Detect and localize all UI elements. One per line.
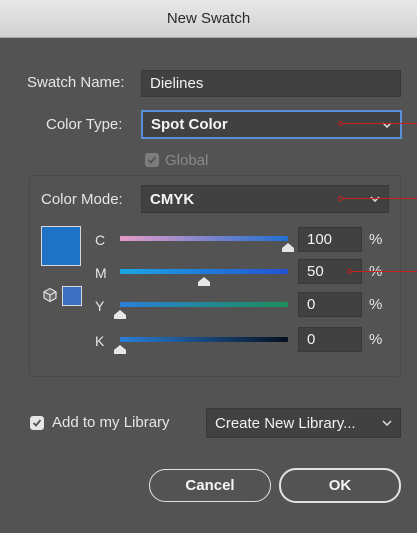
web-safe-swatch[interactable] <box>62 286 82 306</box>
color-type-value: Spot Color <box>151 116 228 133</box>
yellow-value-input[interactable]: 0 <box>298 292 362 317</box>
cyan-percent-unit: % <box>369 231 383 248</box>
add-to-library-label: Add to my Library <box>52 414 170 431</box>
chevron-down-icon <box>382 420 392 426</box>
add-to-library-checkbox[interactable] <box>30 416 44 430</box>
cyan-slider-thumb[interactable] <box>282 243 294 252</box>
callout-line <box>343 198 417 199</box>
cyan-value-input[interactable]: 100 <box>298 227 362 252</box>
channel-label-c: C <box>95 232 106 248</box>
magenta-slider-track[interactable] <box>120 269 288 274</box>
black-slider-track[interactable] <box>120 337 288 342</box>
swatch-name-label: Swatch Name: <box>27 74 125 91</box>
yellow-slider-track[interactable] <box>120 302 288 307</box>
yellow-slider-thumb[interactable] <box>114 310 126 319</box>
out-of-web-gamut-cube-icon[interactable] <box>42 287 58 303</box>
yellow-percent-unit: % <box>369 296 383 313</box>
color-mode-value: CMYK <box>150 190 195 208</box>
title-bar: New Swatch <box>0 0 417 38</box>
color-mode-select[interactable]: CMYK <box>141 185 389 213</box>
window-title: New Swatch <box>166 10 251 27</box>
channel-label-k: K <box>95 333 105 349</box>
channel-label-y: Y <box>95 298 105 314</box>
checkmark-icon <box>147 156 157 164</box>
global-label: Global <box>165 152 209 169</box>
swatch-name-input[interactable]: Dielines <box>141 70 401 97</box>
global-checkbox[interactable] <box>145 153 159 167</box>
black-value-input[interactable]: 0 <box>298 327 362 352</box>
new-swatch-dialog: New Swatch Swatch Name: Dielines Color T… <box>0 0 417 533</box>
magenta-slider-thumb[interactable] <box>198 277 210 286</box>
color-mode-label: Color Mode: <box>41 191 123 208</box>
checkmark-icon <box>32 419 42 427</box>
color-preview-swatch <box>41 226 81 266</box>
channel-label-m: M <box>95 265 107 281</box>
black-slider-thumb[interactable] <box>114 345 126 354</box>
black-percent-unit: % <box>369 331 383 348</box>
cancel-button[interactable]: Cancel <box>149 469 271 502</box>
ok-button[interactable]: OK <box>279 468 401 503</box>
callout-line <box>343 123 417 124</box>
cyan-slider-track[interactable] <box>120 236 288 241</box>
callout-line <box>352 271 417 272</box>
color-type-select[interactable]: Spot Color <box>141 110 402 139</box>
chevron-down-icon <box>370 196 380 202</box>
color-type-label: Color Type: <box>46 116 123 133</box>
library-select-value: Create New Library... <box>215 414 356 432</box>
library-select[interactable]: Create New Library... <box>206 408 401 438</box>
